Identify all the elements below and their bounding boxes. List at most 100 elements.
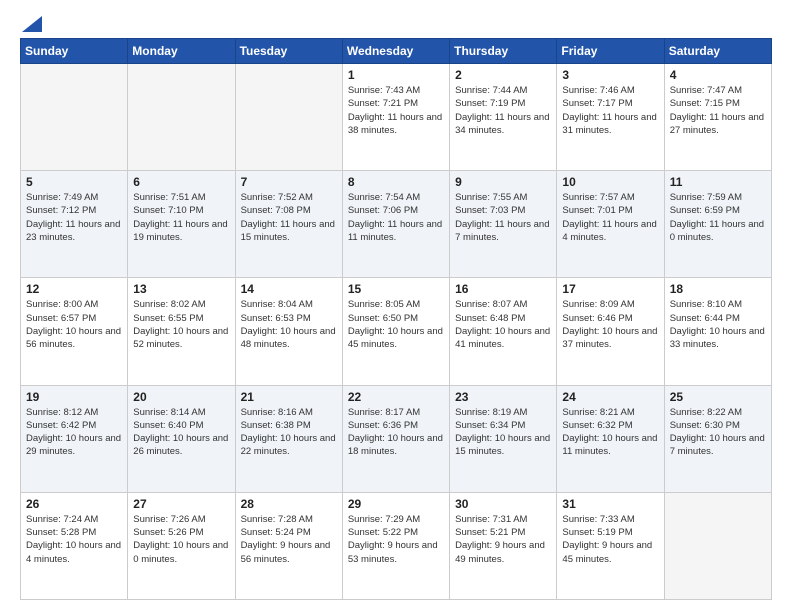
day-info: Sunrise: 7:47 AMSunset: 7:15 PMDaylight:… xyxy=(670,84,766,137)
calendar-table: Sunday Monday Tuesday Wednesday Thursday… xyxy=(20,38,772,600)
day-info: Sunrise: 7:49 AMSunset: 7:12 PMDaylight:… xyxy=(26,191,122,244)
day-number: 14 xyxy=(241,282,337,296)
day-cell: 27Sunrise: 7:26 AMSunset: 5:26 PMDayligh… xyxy=(128,492,235,599)
day-number: 31 xyxy=(562,497,658,511)
day-cell: 12Sunrise: 8:00 AMSunset: 6:57 PMDayligh… xyxy=(21,278,128,385)
day-number: 18 xyxy=(670,282,766,296)
day-number: 13 xyxy=(133,282,229,296)
day-cell xyxy=(21,64,128,171)
day-info: Sunrise: 8:12 AMSunset: 6:42 PMDaylight:… xyxy=(26,406,122,459)
day-number: 12 xyxy=(26,282,122,296)
day-number: 16 xyxy=(455,282,551,296)
day-number: 6 xyxy=(133,175,229,189)
day-number: 22 xyxy=(348,390,444,404)
day-info: Sunrise: 7:44 AMSunset: 7:19 PMDaylight:… xyxy=(455,84,551,137)
day-number: 27 xyxy=(133,497,229,511)
day-cell xyxy=(664,492,771,599)
col-saturday: Saturday xyxy=(664,39,771,64)
day-number: 11 xyxy=(670,175,766,189)
day-number: 7 xyxy=(241,175,337,189)
day-cell: 26Sunrise: 7:24 AMSunset: 5:28 PMDayligh… xyxy=(21,492,128,599)
day-cell: 28 Sunrise: 7:28 AMSunset: 5:24 PMDayligh… xyxy=(235,492,342,599)
col-tuesday: Tuesday xyxy=(235,39,342,64)
day-cell: 25 Sunrise: 8:22 AMSunset: 6:30 PMDayligh… xyxy=(664,385,771,492)
day-cell: 24 Sunrise: 8:21 AMSunset: 6:32 PMDayligh… xyxy=(557,385,664,492)
day-number: 2 xyxy=(455,68,551,82)
col-friday: Friday xyxy=(557,39,664,64)
logo xyxy=(20,16,42,28)
day-cell: 10Sunrise: 7:57 AMSunset: 7:01 PMDayligh… xyxy=(557,171,664,278)
day-info: Sunrise: 7:51 AMSunset: 7:10 PMDaylight:… xyxy=(133,191,229,244)
day-cell: 9 Sunrise: 7:55 AMSunset: 7:03 PMDaylight… xyxy=(450,171,557,278)
day-info: Sunrise: 7:55 AMSunset: 7:03 PMDaylight:… xyxy=(455,191,551,244)
day-number: 29 xyxy=(348,497,444,511)
day-cell: 18Sunrise: 8:10 AMSunset: 6:44 PMDayligh… xyxy=(664,278,771,385)
day-cell: 2 Sunrise: 7:44 AMSunset: 7:19 PMDaylight… xyxy=(450,64,557,171)
day-cell: 19 Sunrise: 8:12 AMSunset: 6:42 PMDayligh… xyxy=(21,385,128,492)
day-info: Sunrise: 7:43 AMSunset: 7:21 PMDaylight:… xyxy=(348,84,444,137)
page: Sunday Monday Tuesday Wednesday Thursday… xyxy=(0,0,792,612)
day-info: Sunrise: 7:52 AMSunset: 7:08 PMDaylight:… xyxy=(241,191,337,244)
day-info: Sunrise: 7:24 AMSunset: 5:28 PMDaylight:… xyxy=(26,513,122,566)
day-cell: 7 Sunrise: 7:52 AMSunset: 7:08 PMDaylight… xyxy=(235,171,342,278)
day-number: 19 xyxy=(26,390,122,404)
day-number: 10 xyxy=(562,175,658,189)
day-number: 25 xyxy=(670,390,766,404)
day-info: Sunrise: 8:22 AMSunset: 6:30 PMDaylight:… xyxy=(670,406,766,459)
day-cell: 23 Sunrise: 8:19 AMSunset: 6:34 PMDayligh… xyxy=(450,385,557,492)
day-number: 24 xyxy=(562,390,658,404)
day-number: 3 xyxy=(562,68,658,82)
day-cell xyxy=(128,64,235,171)
week-row-1: 1 Sunrise: 7:43 AMSunset: 7:21 PMDaylight… xyxy=(21,64,772,171)
day-info: Sunrise: 8:02 AMSunset: 6:55 PMDaylight:… xyxy=(133,298,229,351)
day-number: 8 xyxy=(348,175,444,189)
day-cell: 1 Sunrise: 7:43 AMSunset: 7:21 PMDaylight… xyxy=(342,64,449,171)
day-number: 9 xyxy=(455,175,551,189)
day-number: 20 xyxy=(133,390,229,404)
day-info: Sunrise: 7:31 AMSunset: 5:21 PMDaylight:… xyxy=(455,513,551,566)
day-cell: 11 Sunrise: 7:59 AMSunset: 6:59 PMDayligh… xyxy=(664,171,771,278)
day-cell: 3 Sunrise: 7:46 AMSunset: 7:17 PMDaylight… xyxy=(557,64,664,171)
day-cell: 30 Sunrise: 7:31 AMSunset: 5:21 PMDayligh… xyxy=(450,492,557,599)
day-number: 17 xyxy=(562,282,658,296)
day-info: Sunrise: 8:09 AMSunset: 6:46 PMDaylight:… xyxy=(562,298,658,351)
day-cell: 4Sunrise: 7:47 AMSunset: 7:15 PMDaylight… xyxy=(664,64,771,171)
day-info: Sunrise: 8:17 AMSunset: 6:36 PMDaylight:… xyxy=(348,406,444,459)
day-number: 21 xyxy=(241,390,337,404)
col-monday: Monday xyxy=(128,39,235,64)
header-row: Sunday Monday Tuesday Wednesday Thursday… xyxy=(21,39,772,64)
day-number: 5 xyxy=(26,175,122,189)
day-info: Sunrise: 8:07 AMSunset: 6:48 PMDaylight:… xyxy=(455,298,551,351)
week-row-3: 12Sunrise: 8:00 AMSunset: 6:57 PMDayligh… xyxy=(21,278,772,385)
header xyxy=(20,16,772,28)
day-info: Sunrise: 7:29 AMSunset: 5:22 PMDaylight:… xyxy=(348,513,444,566)
logo-icon xyxy=(22,16,42,32)
week-row-2: 5 Sunrise: 7:49 AMSunset: 7:12 PMDaylight… xyxy=(21,171,772,278)
day-cell: 14 Sunrise: 8:04 AMSunset: 6:53 PMDayligh… xyxy=(235,278,342,385)
col-sunday: Sunday xyxy=(21,39,128,64)
day-cell: 17 Sunrise: 8:09 AMSunset: 6:46 PMDayligh… xyxy=(557,278,664,385)
day-cell: 8 Sunrise: 7:54 AMSunset: 7:06 PMDaylight… xyxy=(342,171,449,278)
day-info: Sunrise: 8:21 AMSunset: 6:32 PMDaylight:… xyxy=(562,406,658,459)
col-wednesday: Wednesday xyxy=(342,39,449,64)
day-cell: 31Sunrise: 7:33 AMSunset: 5:19 PMDayligh… xyxy=(557,492,664,599)
day-info: Sunrise: 8:04 AMSunset: 6:53 PMDaylight:… xyxy=(241,298,337,351)
day-number: 15 xyxy=(348,282,444,296)
week-row-5: 26Sunrise: 7:24 AMSunset: 5:28 PMDayligh… xyxy=(21,492,772,599)
day-cell: 6 Sunrise: 7:51 AMSunset: 7:10 PMDaylight… xyxy=(128,171,235,278)
day-number: 23 xyxy=(455,390,551,404)
day-number: 30 xyxy=(455,497,551,511)
day-info: Sunrise: 8:19 AMSunset: 6:34 PMDaylight:… xyxy=(455,406,551,459)
day-info: Sunrise: 7:28 AMSunset: 5:24 PMDaylight:… xyxy=(241,513,337,566)
day-number: 28 xyxy=(241,497,337,511)
day-number: 1 xyxy=(348,68,444,82)
day-cell: 21Sunrise: 8:16 AMSunset: 6:38 PMDayligh… xyxy=(235,385,342,492)
day-cell: 16 Sunrise: 8:07 AMSunset: 6:48 PMDayligh… xyxy=(450,278,557,385)
day-info: Sunrise: 8:14 AMSunset: 6:40 PMDaylight:… xyxy=(133,406,229,459)
day-info: Sunrise: 8:05 AMSunset: 6:50 PMDaylight:… xyxy=(348,298,444,351)
day-info: Sunrise: 7:54 AMSunset: 7:06 PMDaylight:… xyxy=(348,191,444,244)
day-info: Sunrise: 7:46 AMSunset: 7:17 PMDaylight:… xyxy=(562,84,658,137)
week-row-4: 19 Sunrise: 8:12 AMSunset: 6:42 PMDayligh… xyxy=(21,385,772,492)
day-cell xyxy=(235,64,342,171)
day-info: Sunrise: 7:59 AMSunset: 6:59 PMDaylight:… xyxy=(670,191,766,244)
